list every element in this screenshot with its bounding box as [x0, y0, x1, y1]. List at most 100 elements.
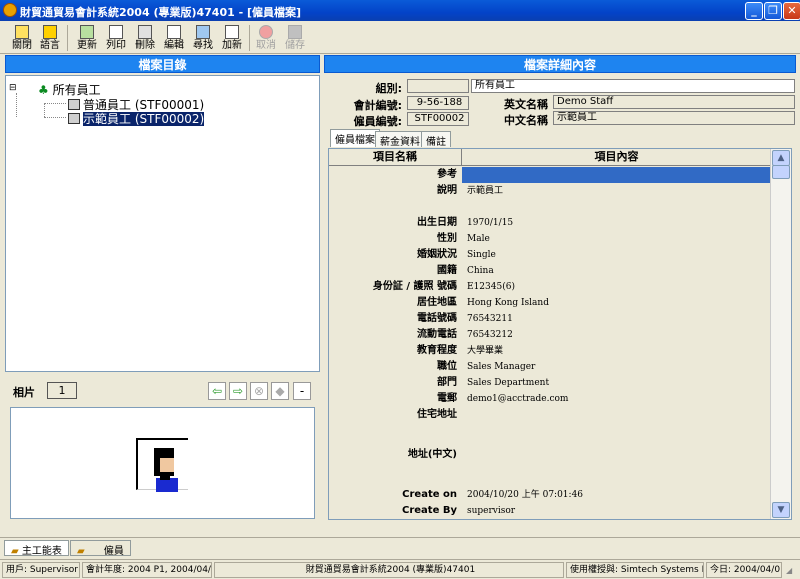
grid-row[interactable]: 身份証 / 護照 號碼 E12345(6) [329, 279, 769, 295]
toolbar-divider [249, 25, 250, 51]
tab-staff-profile[interactable]: 僱員檔案 [330, 129, 380, 147]
column-header-name: 項目名稱 [329, 149, 462, 166]
delete-button[interactable]: 刪除 [133, 24, 157, 52]
refresh-icon [80, 25, 94, 39]
group-code-field[interactable] [407, 79, 469, 93]
toolbar: 關閉 語言 更新 列印 刪除 編輯 尋找 加新 取消 儲存 [0, 21, 800, 54]
toolbar-divider [67, 25, 68, 51]
tree-item-staff2[interactable]: 示範員工 (STF00002) [68, 110, 205, 127]
remove-photo-button[interactable]: ⊗ [250, 382, 268, 400]
grid-row-name: 電話號碼 [417, 313, 457, 324]
chinese-name-field[interactable]: 示範員工 [553, 111, 795, 125]
detail-grid: 項目名稱 項目內容 參考 說明 示範員工 出生日期 1970/1/15 性別 Male 婚姻狀… [328, 148, 792, 520]
account-number-field[interactable]: 9-56-188 [407, 96, 469, 110]
person-avatar-icon [154, 448, 178, 492]
arrow-right-icon: ⇨ [232, 384, 244, 398]
grid-row[interactable]: 居住地區 Hong Kong Island [329, 295, 769, 311]
app-icon[interactable] [3, 3, 17, 17]
toolbar-label: 儲存 [285, 40, 305, 51]
grid-row[interactable]: 住宅地址 [329, 407, 769, 423]
grid-row[interactable]: 電話號碼 76543211 [329, 311, 769, 327]
grid-row[interactable]: 說明 示範員工 [329, 183, 769, 199]
staff-icon [68, 113, 80, 124]
grid-row[interactable]: Create on 2004/10/20 上午 07:01:46 [329, 487, 769, 503]
refresh-button[interactable]: 更新 [75, 24, 99, 52]
tab-main-menu[interactable]: ▰ 主工能表 [4, 540, 69, 557]
grid-row-name: 說明 [437, 185, 457, 196]
resize-grip-icon[interactable]: ◢ [786, 566, 792, 575]
grid-row[interactable]: 性別 Male [329, 231, 769, 247]
grid-row-name: 部門 [437, 377, 457, 388]
tab-staff[interactable]: ▰ 僱員 [70, 540, 131, 557]
grid-row[interactable]: 流動電話 76543212 [329, 327, 769, 343]
minus-button[interactable]: - [293, 382, 311, 400]
tab-salary[interactable]: 薪金資料 [375, 131, 425, 148]
book-icon: ▰ [77, 546, 85, 557]
people-icon: ♣ [38, 83, 49, 97]
toolbar-label: 取消 [256, 40, 276, 51]
toolbar-label: 列印 [106, 40, 126, 51]
scroll-down-icon[interactable]: ▼ [772, 502, 790, 518]
title-bar: 財貿通貿易會計系統2004 (專業版)47401 - [僱員檔案] _ ❐ ✕ [0, 0, 800, 21]
language-button[interactable]: 語言 [38, 24, 62, 52]
scroll-up-icon[interactable]: ▲ [772, 150, 790, 166]
grid-row[interactable]: 部門 Sales Department [329, 375, 769, 391]
save-button[interactable]: 儲存 [283, 24, 307, 52]
grid-row[interactable]: Create By supervisor [329, 503, 769, 519]
print-button[interactable]: 列印 [104, 24, 128, 52]
status-period: 會計年度: 2004 P1, 2004/04/01 [82, 562, 212, 578]
print-icon [109, 25, 123, 39]
grid-row-value: 1970/1/15 [467, 218, 514, 228]
grid-row-value: Hong Kong Island [467, 298, 549, 308]
book-icon: ▰ [11, 546, 19, 557]
account-label: 會計編號: [353, 99, 402, 112]
scroll-thumb[interactable] [772, 165, 790, 179]
grid-row-value: Sales Manager [467, 362, 536, 372]
grid-row[interactable]: 婚姻狀況 Single [329, 247, 769, 263]
grid-row-name: 職位 [437, 361, 457, 372]
tree-root-label: 所有員工 [52, 83, 101, 97]
toolbar-label: 刪除 [135, 40, 155, 51]
grid-row-name: 居住地區 [417, 297, 457, 308]
status-license: 使用權授與: Simtech Systems Ltd. [566, 562, 704, 578]
minimize-button[interactable]: _ [745, 2, 763, 20]
grid-row-value: 大學畢業 [467, 346, 504, 356]
collapse-icon[interactable]: ⊟ [9, 83, 17, 93]
grid-row[interactable]: 國籍 China [329, 263, 769, 279]
grid-row-value: demo1@acctrade.com [467, 394, 569, 404]
photo-toolbar: 相片 1 ⇦ ⇨ ⊗ ◆ - [5, 376, 320, 406]
grid-row-value: E12345(6) [467, 282, 515, 292]
restore-button[interactable]: ❐ [764, 2, 782, 20]
edit-icon [167, 25, 181, 39]
edit-button[interactable]: 編輯 [162, 24, 186, 52]
close-record-button[interactable]: 關閉 [10, 24, 34, 52]
grid-row-value: Male [467, 234, 490, 244]
prev-photo-button[interactable]: ⇦ [208, 382, 226, 400]
grid-row[interactable]: 出生日期 1970/1/15 [329, 215, 769, 231]
grid-row[interactable]: 職位 Sales Manager [329, 359, 769, 375]
find-button[interactable]: 尋找 [191, 24, 215, 52]
grid-row[interactable]: 地址(中文) [329, 447, 769, 463]
group-name-field[interactable]: 所有員工 [471, 79, 795, 93]
tab-remarks[interactable]: 備註 [421, 131, 451, 148]
next-photo-button[interactable]: ⇨ [229, 382, 247, 400]
photo-frame [10, 407, 315, 519]
new-button[interactable]: 加新 [220, 24, 244, 52]
close-button[interactable]: ✕ [783, 2, 800, 20]
vertical-scrollbar[interactable]: ▲ ▼ [770, 149, 791, 519]
staff-number-label: 僱員編號: [353, 115, 402, 128]
grid-row[interactable]: 電郵 demo1@acctrade.com [329, 391, 769, 407]
grid-row-name: 婚姻狀況 [417, 249, 457, 260]
grid-row[interactable]: 參考 [329, 167, 769, 183]
cancel-button[interactable]: 取消 [254, 24, 278, 52]
tree-line [44, 103, 45, 117]
tab-label: 僱員 [103, 546, 124, 557]
staff-number-field[interactable]: STF00002 [407, 112, 469, 126]
english-name-field[interactable]: Demo Staff [553, 95, 795, 109]
save-icon [288, 25, 302, 39]
save-photo-button[interactable]: ◆ [271, 382, 289, 400]
grid-row-value: China [467, 266, 494, 276]
grid-row[interactable]: 教育程度 大學畢業 [329, 343, 769, 359]
toolbar-label: 尋找 [193, 40, 213, 51]
tree-item-label: 示範員工 (STF00002) [83, 112, 205, 126]
